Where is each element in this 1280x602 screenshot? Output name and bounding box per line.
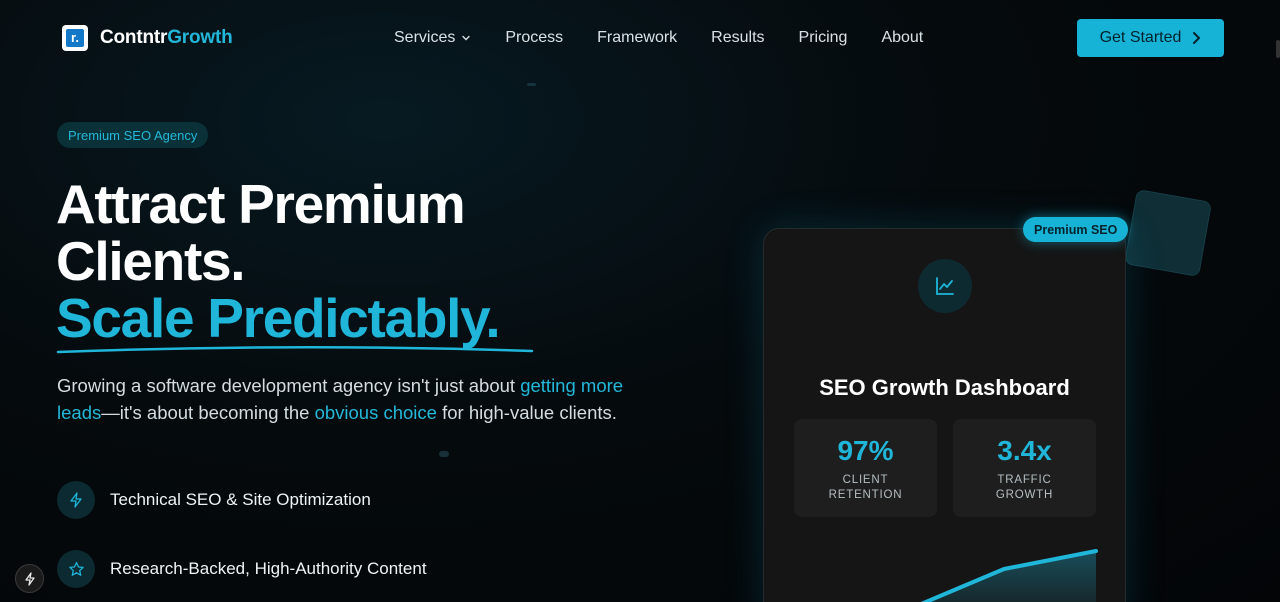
decorative-tile (1123, 188, 1213, 278)
sub-highlight-choice: obvious choice (314, 402, 437, 423)
headline-accent: Scale Predictably. (56, 287, 534, 354)
nav-services-label: Services (394, 29, 456, 46)
hero-headline: Attract Premium Clients. Scale Predictab… (56, 173, 534, 354)
hero-subheading: Growing a software development agency is… (57, 372, 657, 426)
nav-pricing[interactable]: Pricing (799, 29, 848, 47)
bolt-icon (57, 481, 95, 519)
seo-dashboard-card: SEO Growth Dashboard 97% CLIENT RETENTIO… (763, 228, 1126, 602)
decorative-dot (527, 83, 536, 86)
chevron-right-icon (1193, 32, 1201, 44)
stat-label: CLIENT RETENTION (828, 474, 903, 501)
stat-value: 97% (837, 435, 894, 466)
sub-text-2: —it's about becoming the (101, 402, 315, 423)
stat-label: TRAFFIC GROWTH (995, 474, 1054, 501)
feature-label: Research-Backed, High-Authority Content (110, 559, 427, 578)
headline-underline (56, 345, 534, 354)
brand-name-white: Contntr (100, 27, 168, 48)
nav-process[interactable]: Process (505, 29, 563, 47)
premium-seo-pill: Premium SEO (1023, 217, 1129, 242)
brand-name: ContntrGrowth (100, 27, 233, 49)
main-menu: Services Process Framework Results Prici… (394, 29, 923, 47)
sub-text-3: for high-value clients. (436, 402, 617, 423)
decorative-dot (439, 451, 449, 457)
stat-traffic-growth: 3.4x TRAFFIC GROWTH (953, 419, 1096, 517)
headline-line-2: Clients. (56, 230, 246, 292)
lightning-icon (24, 571, 35, 586)
growth-trend-chart (920, 549, 1098, 602)
brand-name-accent: Growth (167, 27, 233, 48)
logo-mark-letter: r. (66, 29, 84, 47)
nav-services[interactable]: Services (394, 29, 471, 47)
chevron-down-icon (462, 35, 471, 41)
feature-label: Technical SEO & Site Optimization (110, 490, 371, 509)
logo-mark-icon: r. (62, 25, 88, 51)
get-started-button[interactable]: Get Started (1077, 19, 1224, 57)
top-navigation: r. ContntrGrowth Services Process Framew… (0, 0, 1280, 76)
nav-about[interactable]: About (881, 29, 923, 47)
quick-action-button[interactable] (15, 564, 44, 593)
feature-technical-seo: Technical SEO & Site Optimization (57, 481, 371, 519)
stat-client-retention: 97% CLIENT RETENTION (794, 419, 937, 517)
star-icon (57, 550, 95, 588)
get-started-label: Get Started (1099, 29, 1182, 46)
dashboard-title: SEO Growth Dashboard (819, 375, 1070, 400)
hero-badge: Premium SEO Agency (57, 122, 209, 148)
headline-line-1: Attract Premium (56, 173, 466, 235)
nav-results[interactable]: Results (711, 29, 764, 47)
brand-logo[interactable]: r. ContntrGrowth (62, 25, 233, 51)
sub-text-1: Growing a software development agency is… (57, 375, 521, 396)
nav-framework[interactable]: Framework (597, 29, 677, 47)
headline-accent-text: Scale Predictably. (56, 287, 501, 349)
scroll-edge-indicator (1276, 40, 1280, 58)
stat-value: 3.4x (997, 435, 1052, 466)
feature-content: Research-Backed, High-Authority Content (57, 550, 427, 588)
line-chart-icon (918, 259, 972, 313)
